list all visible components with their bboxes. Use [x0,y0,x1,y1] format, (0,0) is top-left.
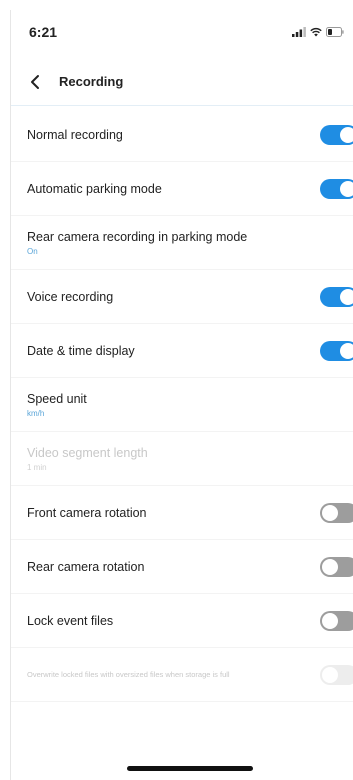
setting-label: Speed unit [27,391,87,406]
setting-label: Date & time display [27,343,135,358]
phone-screen: 6:21 Recording Normal recording Automati… [10,10,353,780]
toggle-switch[interactable] [320,124,353,145]
settings-list: Normal recording Automatic parking mode Re… [11,108,353,702]
setting-row-video-segment-length: Video segment length 1 min [11,432,353,486]
status-bar: 6:21 [11,10,353,54]
setting-text: Speed unit km/h [27,392,87,418]
setting-text: Lock event files [27,614,113,628]
setting-label: Rear camera rotation [27,559,145,574]
setting-label: Normal recording [27,127,123,142]
setting-text: Voice recording [27,290,113,304]
setting-text: Normal recording [27,128,123,142]
status-time: 6:21 [29,24,58,40]
setting-row-automatic-parking-mode[interactable]: Automatic parking mode [11,162,353,216]
setting-row-overwrite-locked-files: Overwrite locked files with oversized fi… [11,648,353,702]
setting-text: Rear camera rotation [27,560,144,574]
toggle-knob [340,126,353,143]
toggle-switch[interactable] [320,286,353,307]
setting-value: On [27,246,38,256]
chevron-left-icon [31,74,39,89]
toggle-switch[interactable] [320,610,353,631]
setting-text: Date & time display [27,344,135,358]
setting-row-voice-recording[interactable]: Voice recording [11,270,353,324]
setting-row-rear-camera-parking-recording[interactable]: Rear camera recording in parking mode On [11,216,353,270]
toggle-switch[interactable] [320,178,353,199]
toggle-switch[interactable] [320,502,353,523]
signal-icon [292,27,306,37]
setting-text: Front camera rotation [27,506,147,520]
toggle-switch [320,664,353,685]
setting-text: Automatic parking mode [27,182,162,196]
toggle-knob [340,342,353,359]
page-title: Recording [59,74,124,89]
setting-text: Overwrite locked files with oversized fi… [27,670,297,680]
setting-label: Front camera rotation [27,505,147,520]
status-icons [292,27,344,37]
setting-row-normal-recording[interactable]: Normal recording [11,108,353,162]
wifi-icon [310,27,322,37]
setting-text: Video segment length 1 min [27,446,148,472]
setting-label: Voice recording [27,289,114,304]
setting-label: Rear camera recording in parking mode [27,229,248,244]
back-button[interactable] [23,68,47,96]
nav-bar: Recording [11,58,353,106]
toggle-knob [322,666,338,683]
setting-row-front-camera-rotation[interactable]: Front camera rotation [11,486,353,540]
setting-label: Overwrite locked files with oversized fi… [27,669,230,679]
setting-row-date-time-display[interactable]: Date & time display [11,324,353,378]
setting-label: Lock event files [27,613,114,628]
toggle-knob [322,558,338,575]
setting-row-rear-camera-rotation[interactable]: Rear camera rotation [11,540,353,594]
toggle-knob [322,504,338,521]
home-indicator [127,766,253,771]
toggle-knob [340,180,353,197]
setting-label: Video segment length [27,445,148,460]
setting-text: Rear camera recording in parking mode On [27,230,247,256]
toggle-switch[interactable] [320,556,353,577]
setting-label: Automatic parking mode [27,181,162,196]
toggle-knob [322,612,338,629]
setting-value: 1 min [27,462,47,472]
setting-row-speed-unit[interactable]: Speed unit km/h [11,378,353,432]
setting-row-lock-event-files[interactable]: Lock event files [11,594,353,648]
toggle-knob [340,288,353,305]
toggle-switch[interactable] [320,340,353,361]
battery-icon [326,27,344,37]
setting-value: km/h [27,408,45,418]
